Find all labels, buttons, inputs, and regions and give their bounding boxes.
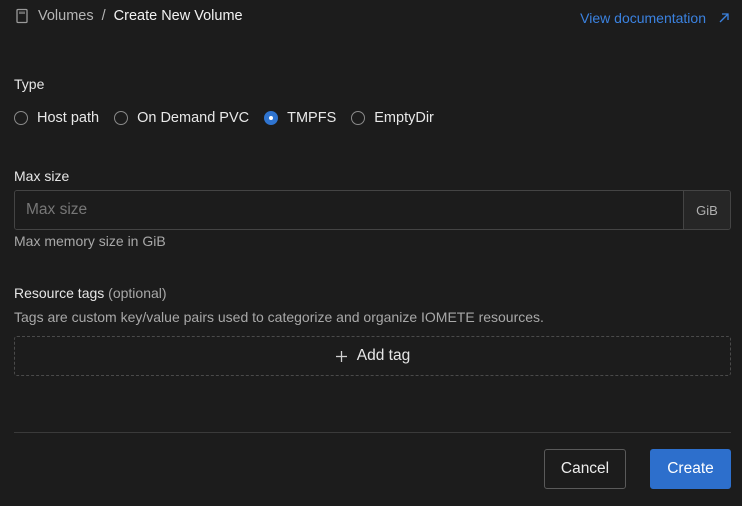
radio-tmpfs[interactable]: TMPFS — [264, 110, 336, 126]
cancel-button[interactable]: Cancel — [544, 449, 626, 489]
page-title: Create New Volume — [113, 8, 243, 24]
max-size-input-group: GiB — [14, 190, 731, 230]
max-size-label: Max size — [14, 168, 70, 184]
breadcrumb-volumes-link[interactable]: Volumes — [38, 8, 94, 24]
unit-addon: GiB — [683, 191, 730, 229]
radio-host-path[interactable]: Host path — [14, 110, 99, 126]
add-tag-label: Add tag — [356, 347, 411, 364]
create-button[interactable]: Create — [650, 449, 731, 489]
resource-tags-label: Resource tags (optional) — [14, 285, 167, 301]
plus-icon — [335, 350, 348, 363]
max-size-input[interactable] — [15, 191, 683, 229]
breadcrumb-separator: / — [101, 8, 106, 24]
type-radio-group: Host path On Demand PVC TMPFS EmptyDir — [14, 108, 449, 128]
breadcrumb: Volumes / Create New Volume — [15, 6, 243, 26]
radio-button[interactable] — [351, 111, 366, 125]
optional-hint: (optional) — [108, 285, 167, 301]
radio-label: TMPFS — [287, 110, 337, 126]
footer-divider — [14, 432, 731, 433]
radio-button-checked[interactable] — [264, 111, 279, 125]
radio-emptydir[interactable]: EmptyDir — [351, 110, 434, 126]
resource-tags-help: Tags are custom key/value pairs used to … — [14, 309, 544, 325]
resource-tags-title: Resource tags — [14, 285, 105, 301]
radio-label: On Demand PVC — [137, 110, 250, 126]
external-link-icon — [718, 12, 730, 24]
type-label: Type — [14, 76, 45, 92]
view-documentation-label: View documentation — [580, 10, 706, 26]
max-size-help: Max memory size in GiB — [14, 233, 166, 249]
view-documentation-link[interactable]: View documentation — [580, 8, 730, 28]
radio-label: Host path — [37, 110, 100, 126]
add-tag-button[interactable]: Add tag — [14, 336, 731, 376]
radio-label: EmptyDir — [374, 110, 434, 126]
radio-button[interactable] — [114, 111, 129, 125]
radio-on-demand-pvc[interactable]: On Demand PVC — [114, 110, 249, 126]
radio-button[interactable] — [14, 111, 28, 125]
volume-icon — [15, 8, 29, 24]
